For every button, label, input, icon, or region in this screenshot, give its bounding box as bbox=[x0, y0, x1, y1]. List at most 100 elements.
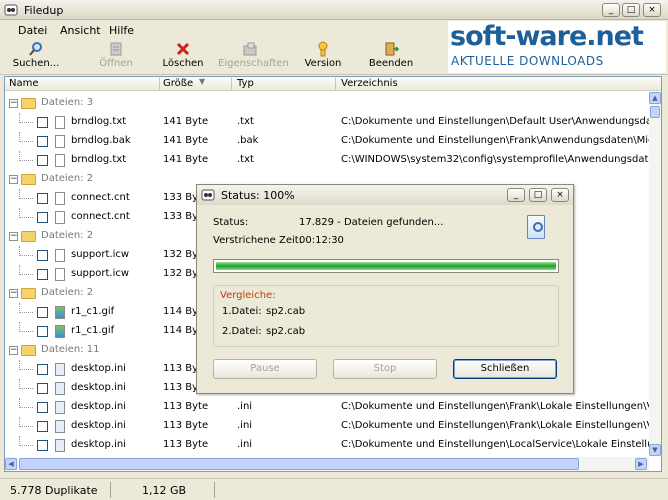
file-icon bbox=[55, 325, 65, 338]
stop-button[interactable]: Stop bbox=[333, 359, 437, 379]
file-size: 141 Byte bbox=[163, 135, 209, 146]
open-button[interactable]: Öffnen bbox=[92, 41, 140, 73]
vertical-scrollbar[interactable]: ▲ ▼ bbox=[649, 92, 661, 456]
row-checkbox[interactable] bbox=[37, 402, 48, 413]
column-type[interactable]: Typ bbox=[237, 78, 254, 89]
close-window-button[interactable]: × bbox=[643, 3, 661, 17]
maximize-button[interactable]: □ bbox=[622, 3, 640, 17]
file-name: brndlog.txt bbox=[71, 154, 127, 165]
collapse-icon[interactable]: − bbox=[9, 232, 18, 241]
file-name: desktop.ini bbox=[71, 401, 126, 412]
table-row[interactable]: brndlog.bak 141 Byte .bak C:\Dokumente und … bbox=[5, 132, 661, 151]
title-bar: Filedup _ □ × bbox=[0, 0, 668, 20]
scroll-left-button[interactable]: ◀ bbox=[5, 458, 17, 470]
search-icon bbox=[29, 42, 42, 56]
folder-icon bbox=[21, 345, 36, 356]
pause-button[interactable]: Pause bbox=[213, 359, 317, 379]
properties-button[interactable]: Eigenschaften bbox=[218, 41, 289, 73]
table-row[interactable]: desktop.ini 113 Byte .ini C:\Dokumente und … bbox=[5, 417, 661, 436]
file-name: connect.cnt bbox=[71, 192, 130, 203]
horizontal-scrollbar[interactable]: ◀ ▶ bbox=[5, 457, 649, 471]
scroll-down-button[interactable]: ▼ bbox=[649, 444, 661, 456]
delete-button[interactable]: Löschen bbox=[158, 41, 208, 73]
menu-ansicht[interactable]: Ansicht bbox=[60, 24, 101, 37]
folder-icon bbox=[21, 174, 36, 185]
row-checkbox[interactable] bbox=[37, 421, 48, 432]
scroll-up-button[interactable]: ▲ bbox=[649, 92, 661, 104]
file-name: desktop.ini bbox=[71, 363, 126, 374]
file-icon bbox=[55, 363, 65, 376]
row-checkbox[interactable] bbox=[37, 136, 48, 147]
row-checkbox[interactable] bbox=[37, 326, 48, 337]
exit-icon bbox=[385, 42, 399, 56]
column-separator[interactable] bbox=[335, 78, 336, 90]
collapse-icon[interactable]: − bbox=[9, 346, 18, 355]
file-directory: C:\Dokumente und Einstellungen\Frank\Anw… bbox=[341, 135, 661, 146]
search-button[interactable]: Suchen... bbox=[8, 41, 64, 73]
folder-icon bbox=[21, 231, 36, 242]
table-row[interactable]: desktop.ini 113 Byte .ini C:\Dokumente und … bbox=[5, 398, 661, 417]
column-separator[interactable] bbox=[231, 78, 232, 90]
file-icon bbox=[55, 135, 65, 148]
file-directory: C:\Dokumente und Einstellungen\Default U… bbox=[341, 116, 661, 127]
collapse-icon[interactable]: − bbox=[9, 175, 18, 184]
row-checkbox[interactable] bbox=[37, 269, 48, 280]
minimize-button[interactable]: _ bbox=[602, 3, 620, 17]
file-type: .bak bbox=[237, 135, 259, 146]
close-button[interactable]: Schließen bbox=[453, 359, 557, 379]
column-size[interactable]: Größe bbox=[163, 78, 193, 89]
dialog-title: Status: 100% bbox=[221, 189, 295, 202]
file-size: 113 Byte bbox=[163, 439, 209, 450]
row-checkbox[interactable] bbox=[37, 117, 48, 128]
column-header: Name Größe ▼ Typ Verzeichnis bbox=[5, 77, 661, 91]
table-row[interactable]: desktop.ini 113 Byte .ini C:\Dokumente und … bbox=[5, 436, 661, 455]
duplicate-count: 5.778 Duplikate bbox=[10, 484, 98, 497]
file1-label: 1.Datei: bbox=[222, 306, 262, 317]
file-icon bbox=[55, 306, 65, 319]
dialog-close-button[interactable]: × bbox=[551, 188, 569, 202]
file-icon bbox=[55, 268, 65, 281]
vertical-scroll-thumb[interactable] bbox=[650, 106, 660, 118]
dialog-minimize-button[interactable]: _ bbox=[507, 188, 525, 202]
sort-arrow-icon: ▼ bbox=[199, 77, 206, 86]
elapsed-label: Verstrichene Zeit: bbox=[213, 235, 303, 246]
file-directory: C:\WINDOWS\system32\config\systemprofile… bbox=[341, 154, 661, 165]
row-checkbox[interactable] bbox=[37, 383, 48, 394]
file-directory: C:\Dokumente und Einstellungen\Frank\Lok… bbox=[341, 420, 661, 431]
collapse-icon[interactable]: − bbox=[9, 289, 18, 298]
open-icon bbox=[110, 42, 122, 56]
menu-datei[interactable]: Datei bbox=[18, 24, 47, 37]
watermark-title: soft-ware.net bbox=[450, 21, 644, 52]
group-row[interactable]: − Dateien: 3 bbox=[5, 94, 645, 113]
file-name: desktop.ini bbox=[71, 420, 126, 431]
row-checkbox[interactable] bbox=[37, 193, 48, 204]
scroll-right-button[interactable]: ▶ bbox=[635, 458, 647, 470]
row-checkbox[interactable] bbox=[37, 364, 48, 375]
file-size: 141 Byte bbox=[163, 116, 209, 127]
row-checkbox[interactable] bbox=[37, 307, 48, 318]
column-separator[interactable] bbox=[159, 78, 160, 90]
menu-hilfe[interactable]: Hilfe bbox=[109, 24, 134, 37]
collapse-icon[interactable]: − bbox=[9, 99, 18, 108]
exit-button[interactable]: Beenden bbox=[366, 41, 416, 73]
file-type: .ini bbox=[237, 401, 253, 412]
row-checkbox[interactable] bbox=[37, 155, 48, 166]
row-checkbox[interactable] bbox=[37, 440, 48, 451]
folder-icon bbox=[21, 288, 36, 299]
elapsed-value: 00:12:30 bbox=[299, 235, 344, 246]
table-row[interactable]: brndlog.txt 141 Byte .txt C:\WINDOWS\system… bbox=[5, 151, 661, 170]
column-name[interactable]: Name bbox=[9, 78, 39, 89]
folder-icon bbox=[21, 98, 36, 109]
dialog-maximize-button[interactable]: □ bbox=[529, 188, 547, 202]
file-type: .ini bbox=[237, 420, 253, 431]
group-label: Dateien: 2 bbox=[41, 287, 94, 298]
row-checkbox[interactable] bbox=[37, 212, 48, 223]
file-type: .txt bbox=[237, 116, 254, 127]
table-row[interactable]: brndlog.txt 141 Byte .txt C:\Dokumente und … bbox=[5, 113, 661, 132]
info-icon bbox=[318, 41, 328, 57]
horizontal-scroll-thumb[interactable] bbox=[19, 458, 579, 470]
version-button[interactable]: Version bbox=[300, 41, 346, 73]
column-directory[interactable]: Verzeichnis bbox=[341, 78, 398, 89]
row-checkbox[interactable] bbox=[37, 250, 48, 261]
file-icon bbox=[55, 211, 65, 224]
